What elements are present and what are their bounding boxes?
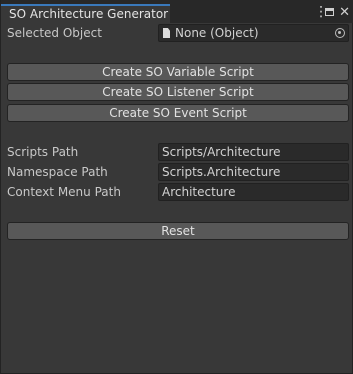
selected-object-label: Selected Object <box>7 26 102 40</box>
context-menu-path-input[interactable]: Architecture <box>158 183 349 201</box>
scripts-path-label: Scripts Path <box>7 145 79 159</box>
namespace-path-label: Namespace Path <box>7 165 108 179</box>
selected-object-row: Selected Object None (Object) <box>7 24 349 42</box>
namespace-path-input[interactable]: Scripts.Architecture <box>158 163 349 181</box>
editor-window: SO Architecture Generator ⋮ ✕ Selected O… <box>0 0 353 374</box>
create-so-event-script-button[interactable]: Create SO Event Script <box>7 104 349 122</box>
namespace-path-row: Namespace Path Scripts.Architecture <box>7 163 349 181</box>
create-so-variable-script-button[interactable]: Create SO Variable Script <box>7 63 349 81</box>
context-menu-path-row: Context Menu Path Architecture <box>7 183 349 201</box>
scripts-path-input[interactable]: Scripts/Architecture <box>158 143 349 161</box>
close-icon[interactable]: ✕ <box>339 6 350 19</box>
maximize-icon[interactable] <box>325 8 335 16</box>
create-so-listener-script-button[interactable]: Create SO Listener Script <box>7 83 349 101</box>
tab-so-architecture-generator[interactable]: SO Architecture Generator <box>1 4 170 23</box>
selected-object-value: None (Object) <box>175 26 259 40</box>
reset-button[interactable]: Reset <box>7 222 349 240</box>
object-picker-icon[interactable] <box>335 28 345 38</box>
window-controls: ⋮ ✕ <box>314 5 350 19</box>
selected-object-field[interactable]: None (Object) <box>158 24 349 42</box>
tab-strip: SO Architecture Generator ⋮ ✕ <box>1 0 353 23</box>
context-menu-path-label: Context Menu Path <box>7 185 121 199</box>
scripts-path-row: Scripts Path Scripts/Architecture <box>7 143 349 161</box>
kebab-menu-icon[interactable]: ⋮ <box>314 5 328 19</box>
file-icon <box>163 28 170 38</box>
